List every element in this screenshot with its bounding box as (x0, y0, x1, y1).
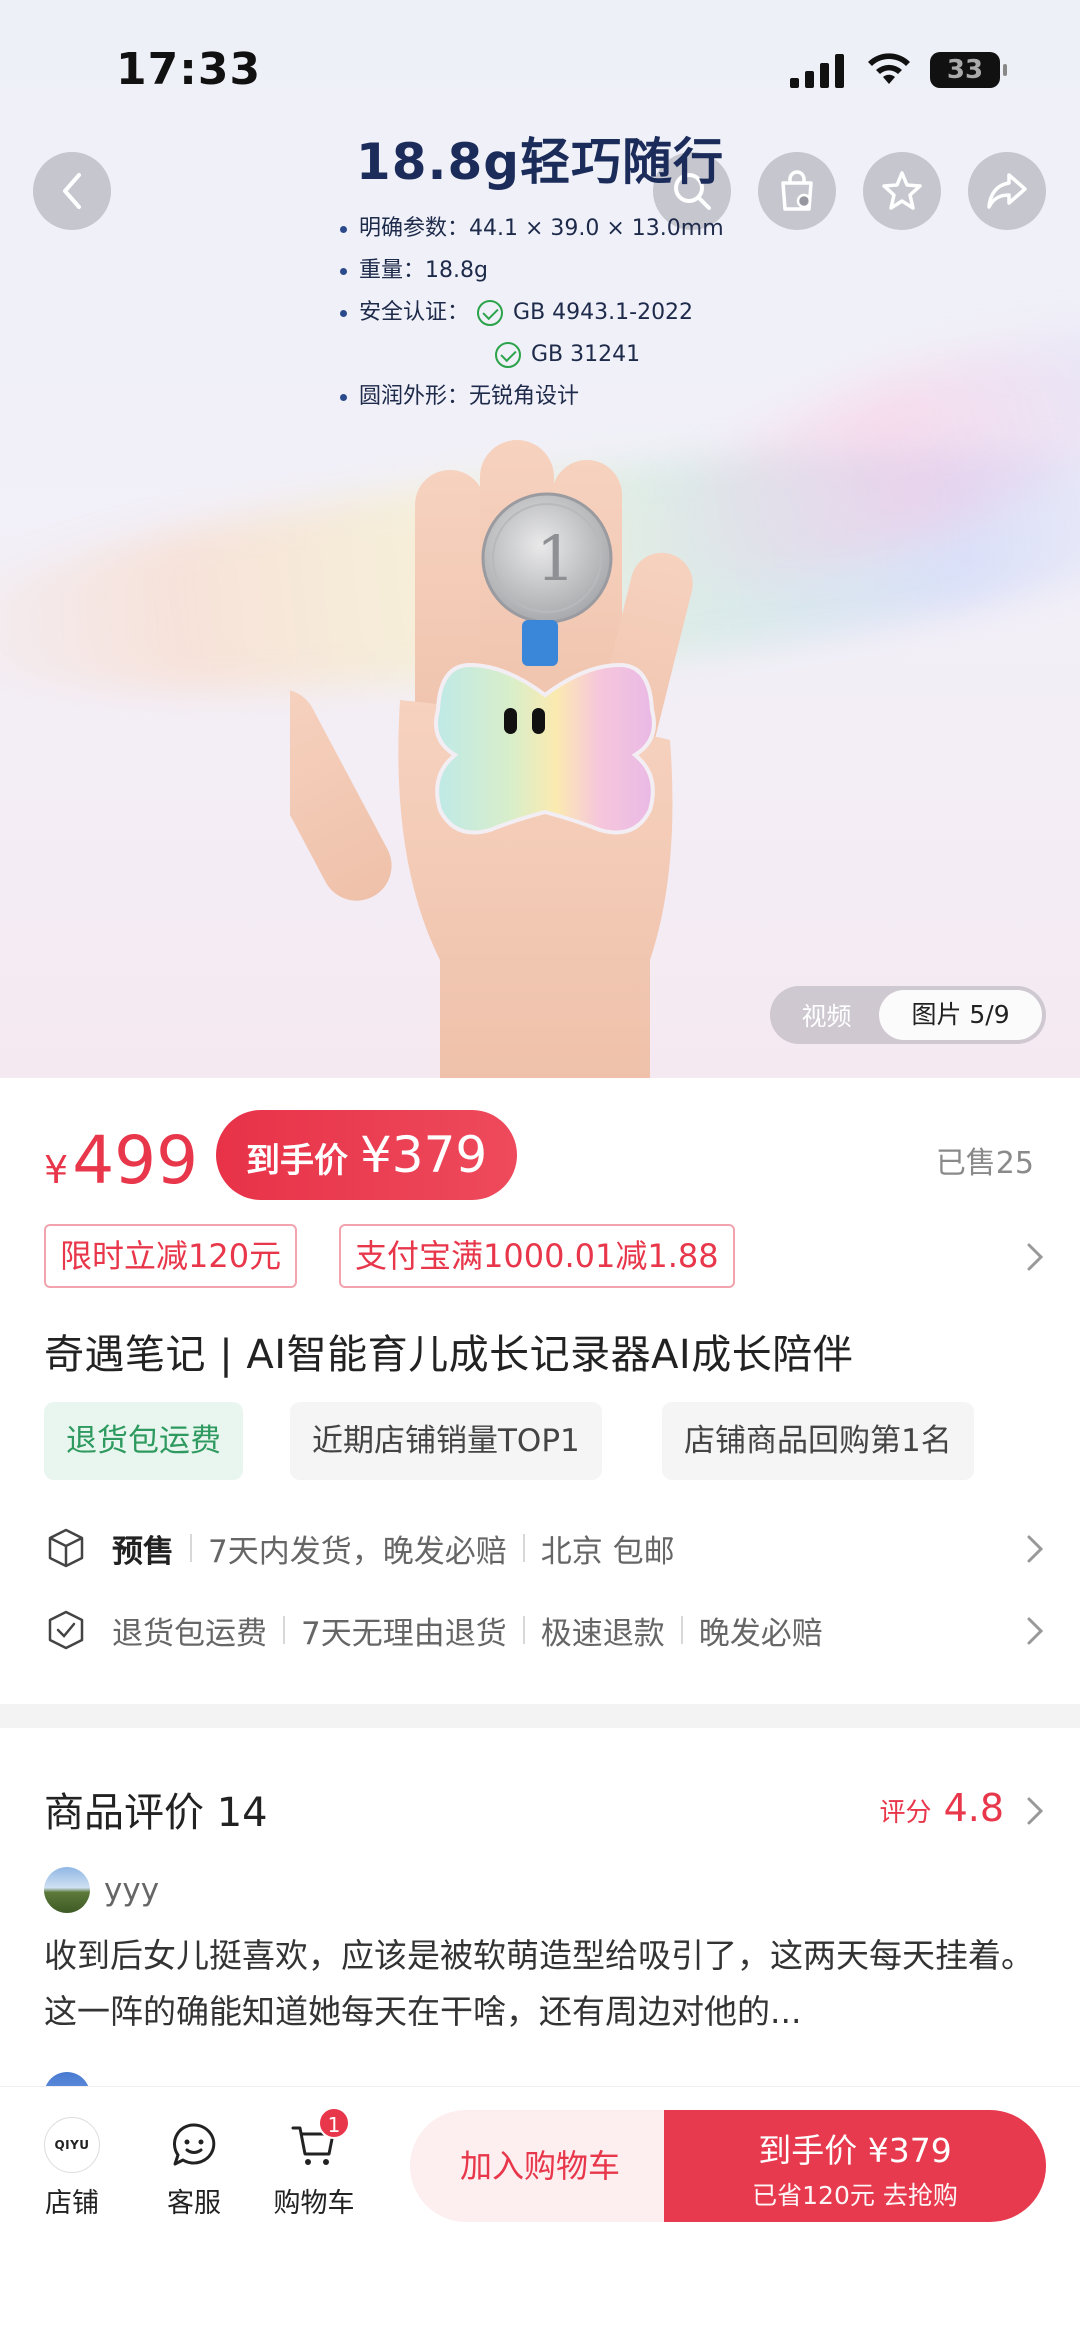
cart-badge: 1 (318, 2107, 350, 2139)
add-to-cart-button[interactable]: 加入购物车 (410, 2110, 670, 2222)
coupon-tag[interactable]: 支付宝满1000.01减1.88 (339, 1224, 735, 1288)
customer-service-button[interactable]: 客服 (144, 2115, 244, 2220)
reviews-title: 商品评价 14 (44, 1790, 268, 1836)
spec-title: 18.8g轻巧随行 (355, 133, 725, 191)
section-divider (0, 1704, 1080, 1728)
svg-text:1: 1 (536, 522, 575, 595)
chevron-right-icon (1027, 1243, 1044, 1271)
avatar (44, 1867, 90, 1913)
battery-icon: 33 (930, 52, 1007, 88)
shop-logo: QIYU (44, 2117, 100, 2173)
presale-label: 预售 (112, 1526, 174, 1571)
check-circle-icon (495, 342, 521, 368)
price-row: ¥499 到手价 ¥379 已售25 (44, 1110, 1044, 1204)
original-price: ¥499 (44, 1122, 199, 1199)
shop-button[interactable]: QIYU 店铺 (22, 2115, 122, 2220)
shipping-row[interactable]: 预售 7天内发货，晚发必赔 北京 包邮 (44, 1520, 1044, 1576)
reviewer: yyy (44, 1866, 159, 1914)
guarantee-item: 极速退款 (540, 1615, 665, 1652)
spec-cert-2: GB 31241 (531, 342, 641, 367)
guarantee-item: 晚发必赔 (698, 1615, 823, 1652)
coupon-row[interactable]: 限时立减120元 支付宝满1000.01减1.88 (44, 1224, 1044, 1288)
spec-cert-label: 安全认证： (359, 300, 470, 325)
status-bar: 17:33 33 (0, 40, 1080, 100)
origin-text: 北京 包邮 (540, 1533, 675, 1570)
buy-now-button[interactable]: 到手价 ¥379 已省120元 去抢购 (664, 2110, 1046, 2222)
product-photo: 1 (290, 440, 693, 1078)
status-time: 17:33 (116, 44, 262, 95)
guarantee-item: 7天无理由退货 (301, 1615, 507, 1652)
product-title: 奇遇笔记 | AI智能育儿成长记录器AI成长陪伴 (44, 1332, 854, 1378)
sold-count: 已售25 (935, 1146, 1034, 1181)
guarantee-row[interactable]: 退货包运费 7天无理由退货 极速退款 晚发必赔 (44, 1602, 1044, 1658)
final-price-pill: 到手价 ¥379 (216, 1110, 518, 1200)
review-score: 评分 4.8 (879, 1786, 1004, 1830)
package-icon (48, 1528, 84, 1568)
chevron-right-icon (1027, 1797, 1044, 1825)
tag-return-shipping: 退货包运费 (44, 1402, 243, 1480)
tab-video[interactable]: 视频 (774, 997, 879, 1033)
tab-images[interactable]: 图片 5/9 (879, 990, 1042, 1040)
spec-list: 明确参数：44.1 × 39.0 × 13.0mm 重量：18.8g 安全认证：… (340, 208, 724, 418)
spec-shape: 圆润外形：无锐角设计 (359, 384, 580, 409)
spec-weight: 重量：18.8g (359, 258, 488, 283)
wifi-icon (868, 53, 910, 84)
reviewer-name: yyy (104, 1872, 160, 1908)
signal-icon (790, 54, 844, 88)
delivery-text: 7天内发货，晚发必赔 (208, 1533, 507, 1570)
spec-size: 明确参数：44.1 × 39.0 × 13.0mm (359, 216, 724, 241)
spec-cert-1: GB 4943.1-2022 (513, 300, 694, 325)
check-circle-icon (477, 300, 504, 326)
coupon-tag[interactable]: 限时立减120元 (44, 1224, 298, 1288)
cart-button[interactable]: 1 购物车 (264, 2107, 364, 2220)
tag-sales-top: 近期店铺销量TOP1 (290, 1402, 602, 1480)
chat-icon (173, 2123, 216, 2166)
bottom-action-bar: QIYU 店铺 客服 1 购物车 加入购物车 到手价 ¥379 已省120元 去… (0, 2086, 1080, 2337)
tag-repurchase: 店铺商品回购第1名 (662, 1402, 974, 1480)
shield-check-icon (48, 1610, 84, 1650)
guarantee-item: 退货包运费 (112, 1615, 267, 1652)
reviews-header[interactable]: 商品评价 14 评分 4.8 (44, 1780, 1044, 1836)
chevron-right-icon (1027, 1617, 1044, 1645)
chevron-right-icon (1027, 1535, 1044, 1563)
product-image-carousel[interactable]: 17:33 33 18.8g轻巧随行 明确参数：44.1 × 39.0 × 13… (0, 0, 1080, 1078)
review-text[interactable]: 收到后女儿挺喜欢，应该是被软萌造型给吸引了，这两天每天挂着。这一阵的确能知道她每… (44, 1928, 1044, 2040)
media-toggle[interactable]: 视频 图片 5/9 (770, 986, 1046, 1044)
